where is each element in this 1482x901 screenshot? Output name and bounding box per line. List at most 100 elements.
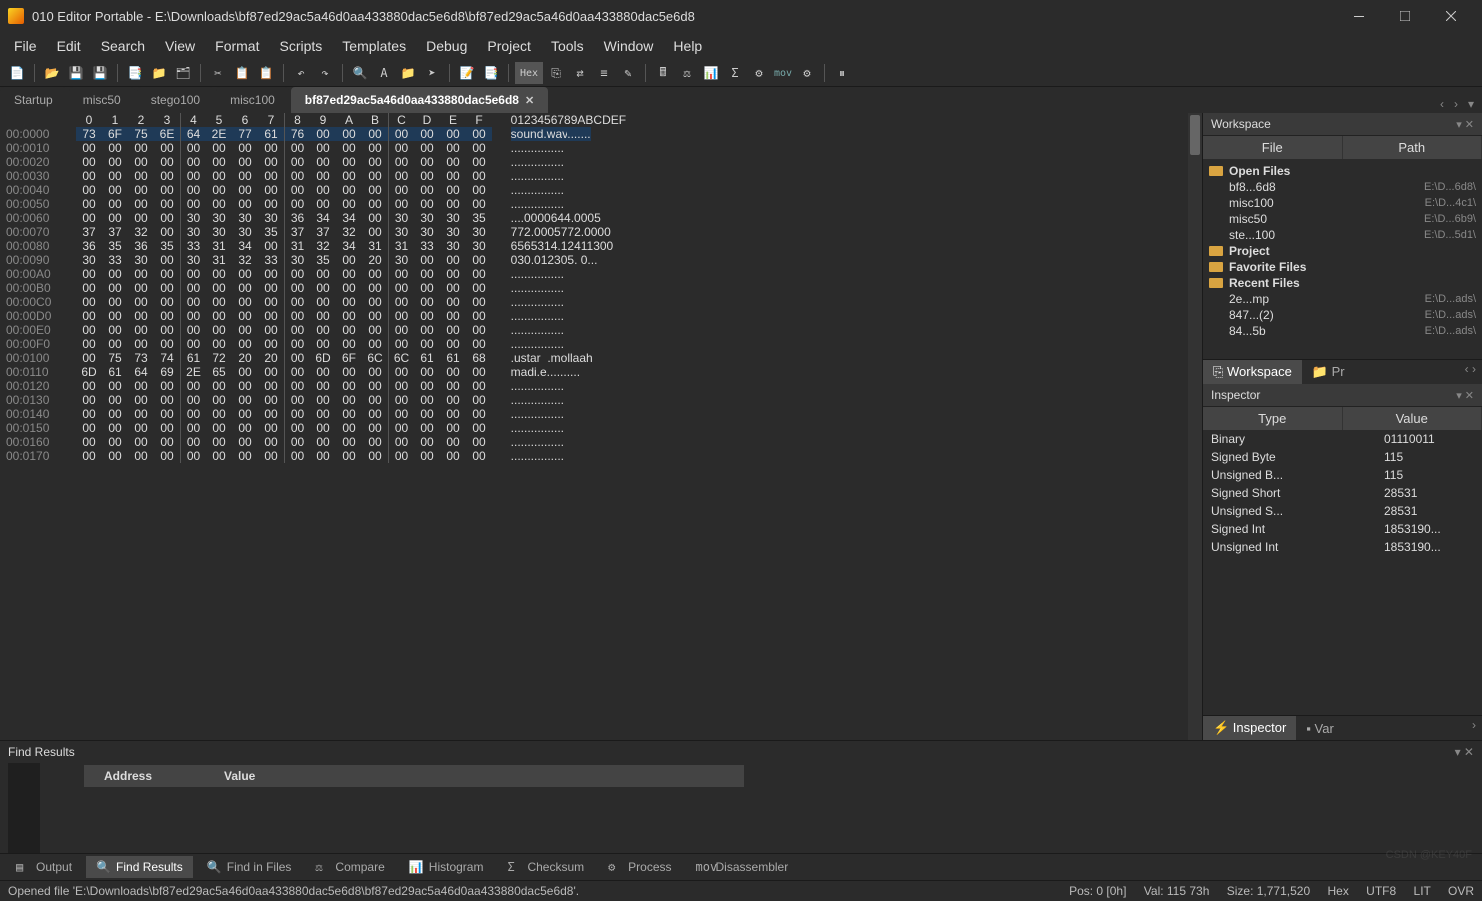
hex-row[interactable]: 00:013000000000000000000000000000000000 … (0, 393, 1202, 407)
bottom-tab-hist[interactable]: 📊Histogram (399, 856, 494, 878)
compare-icon[interactable]: ⚖ (676, 62, 698, 84)
chk-icon[interactable]: Σ (724, 62, 746, 84)
workspace-tab[interactable]: 📁 Pr (1302, 360, 1355, 384)
status-encoding[interactable]: UTF8 (1366, 884, 1396, 898)
paste-icon[interactable]: 📋 (255, 62, 277, 84)
workspace-item[interactable]: 84...5bE:\D...ads\ (1209, 323, 1476, 339)
menu-search[interactable]: Search (91, 34, 155, 58)
hex-row[interactable]: 00:001000000000000000000000000000000000 … (0, 141, 1202, 155)
open-drive-icon[interactable]: 🗂 (172, 62, 194, 84)
rec-icon[interactable]: ⏸ (831, 62, 853, 84)
inspector-row[interactable]: Signed Short28531 (1203, 484, 1482, 502)
workspace-col-path[interactable]: Path (1343, 136, 1482, 159)
mov-icon[interactable]: mov (772, 62, 794, 84)
status-ovr[interactable]: OVR (1448, 884, 1474, 898)
workspace-item[interactable]: misc100E:\D...4c1\ (1209, 195, 1476, 211)
menu-scripts[interactable]: Scripts (269, 34, 332, 58)
insert-icon[interactable]: ⎘ (545, 62, 567, 84)
workspace-item[interactable]: ste...100E:\D...5d1\ (1209, 227, 1476, 243)
maximize-button[interactable] (1382, 0, 1428, 32)
minimize-button[interactable] (1336, 0, 1382, 32)
save-icon[interactable]: 💾 (65, 62, 87, 84)
status-endian[interactable]: LIT (1414, 884, 1431, 898)
hex-row[interactable]: 00:003000000000000000000000000000000000 … (0, 169, 1202, 183)
hex-icon[interactable]: Hex (515, 62, 543, 84)
hex-row[interactable]: 00:007037373200303030353737320030303030 … (0, 225, 1202, 239)
revert-icon[interactable]: 📑 (124, 62, 146, 84)
find-icon[interactable]: 🔍 (349, 62, 371, 84)
menu-help[interactable]: Help (663, 34, 712, 58)
undo-icon[interactable]: ↶ (290, 62, 312, 84)
file-tab[interactable]: misc100 (216, 87, 289, 113)
find-col-address[interactable]: Address (84, 765, 204, 787)
vertical-scrollbar[interactable] (1188, 113, 1202, 740)
hex-row[interactable]: 00:017000000000000000000000000000000000 … (0, 449, 1202, 463)
bottom-tab-chk[interactable]: ΣChecksum (497, 856, 594, 878)
close-icon[interactable]: ✕ (525, 94, 534, 107)
menu-format[interactable]: Format (205, 34, 269, 58)
workspace-col-file[interactable]: File (1203, 136, 1343, 159)
menu-view[interactable]: View (155, 34, 205, 58)
hex-row[interactable]: 00:016000000000000000000000000000000000 … (0, 435, 1202, 449)
hex-row[interactable]: 00:009030333000303132333035002030000000 … (0, 253, 1202, 267)
go-icon[interactable]: ➤ (421, 62, 443, 84)
tab-next-icon[interactable]: › (1450, 95, 1462, 113)
inspector-row[interactable]: Signed Int1853190... (1203, 520, 1482, 538)
hex-row[interactable]: 00:015000000000000000000000000000000000 … (0, 421, 1202, 435)
file-tab[interactable]: bf87ed29ac5a46d0aa433880dac5e6d8✕ (291, 87, 548, 113)
menu-window[interactable]: Window (594, 34, 664, 58)
hex-row[interactable]: 00:002000000000000000000000000000000000 … (0, 155, 1202, 169)
workspace-item[interactable]: misc50E:\D...6b9\ (1209, 211, 1476, 227)
inspector-col-type[interactable]: Type (1203, 407, 1343, 430)
tab-prev-icon[interactable]: ‹ (1436, 95, 1448, 113)
hex-row[interactable]: 00:00A000000000000000000000000000000000 … (0, 267, 1202, 281)
hex-row[interactable]: 00:00D000000000000000000000000000000000 … (0, 309, 1202, 323)
inspector-row[interactable]: Binary01110011 (1203, 430, 1482, 448)
hex-row[interactable]: 00:00B000000000000000000000000000000000 … (0, 281, 1202, 295)
script-icon[interactable]: 📝 (456, 62, 478, 84)
tab-list-icon[interactable]: ▾ (1464, 95, 1478, 113)
hex-row[interactable]: 00:00C000000000000000000000000000000000 … (0, 295, 1202, 309)
status-mode[interactable]: Hex (1327, 884, 1348, 898)
new-icon[interactable]: 📄 (6, 62, 28, 84)
menu-templates[interactable]: Templates (332, 34, 416, 58)
inspector-col-value[interactable]: Value (1343, 407, 1482, 430)
menu-debug[interactable]: Debug (416, 34, 477, 58)
copy-icon[interactable]: 📋 (231, 62, 253, 84)
bottom-tab-proc[interactable]: ⚙Process (598, 856, 681, 878)
inspector-tab[interactable]: ⚡ Inspector (1203, 716, 1296, 740)
proc-icon[interactable]: ⚙ (748, 62, 770, 84)
workspace-item[interactable]: 847...(2)E:\D...ads\ (1209, 307, 1476, 323)
hex-row[interactable]: 00:006000000000303030303634340030303035 … (0, 211, 1202, 225)
menu-project[interactable]: Project (477, 34, 541, 58)
workspace-section[interactable]: Open Files (1209, 163, 1476, 179)
find-col-value[interactable]: Value (204, 765, 275, 787)
bottom-tab-find[interactable]: 🔍Find Results (86, 856, 193, 878)
align-icon[interactable]: ≡ (593, 62, 615, 84)
inspector-row[interactable]: Unsigned B...115 (1203, 466, 1482, 484)
inspector-row[interactable]: Unsigned Int1853190... (1203, 538, 1482, 556)
workspace-item[interactable]: bf8...6d8E:\D...6d8\ (1209, 179, 1476, 195)
hex-row[interactable]: 00:004000000000000000000000000000000000 … (0, 183, 1202, 197)
close-button[interactable] (1428, 0, 1474, 32)
hex-row[interactable]: 00:014000000000000000000000000000000000 … (0, 407, 1202, 421)
hex-row[interactable]: 00:00F000000000000000000000000000000000 … (0, 337, 1202, 351)
bottom-tab-output[interactable]: ▤Output (6, 856, 82, 878)
workspace-item[interactable]: 2e...mpE:\D...ads\ (1209, 291, 1476, 307)
hex-editor[interactable]: 0123456789ABCDEF 0123456789ABCDEF 00:000… (0, 113, 1202, 740)
inspector-row[interactable]: Unsigned S...28531 (1203, 502, 1482, 520)
hex-row[interactable]: 00:005000000000000000000000000000000000 … (0, 197, 1202, 211)
calc-icon[interactable]: 🖩 (652, 62, 674, 84)
hex-row[interactable]: 00:008036353635333134003132343131333030 … (0, 239, 1202, 253)
file-tab[interactable]: Startup (0, 87, 67, 113)
workspace-section[interactable]: Favorite Files (1209, 259, 1476, 275)
cut-icon[interactable]: ✂ (207, 62, 229, 84)
hex-row[interactable]: 00:00E000000000000000000000000000000000 … (0, 323, 1202, 337)
bookmark-icon[interactable]: 📁 (397, 62, 419, 84)
workspace-section[interactable]: Recent Files (1209, 275, 1476, 291)
paint-icon[interactable]: ✎ (617, 62, 639, 84)
workspace-section[interactable]: Project (1209, 243, 1476, 259)
menu-tools[interactable]: Tools (541, 34, 594, 58)
bottom-tab-findfiles[interactable]: 🔍Find in Files (197, 856, 302, 878)
menu-file[interactable]: File (4, 34, 47, 58)
